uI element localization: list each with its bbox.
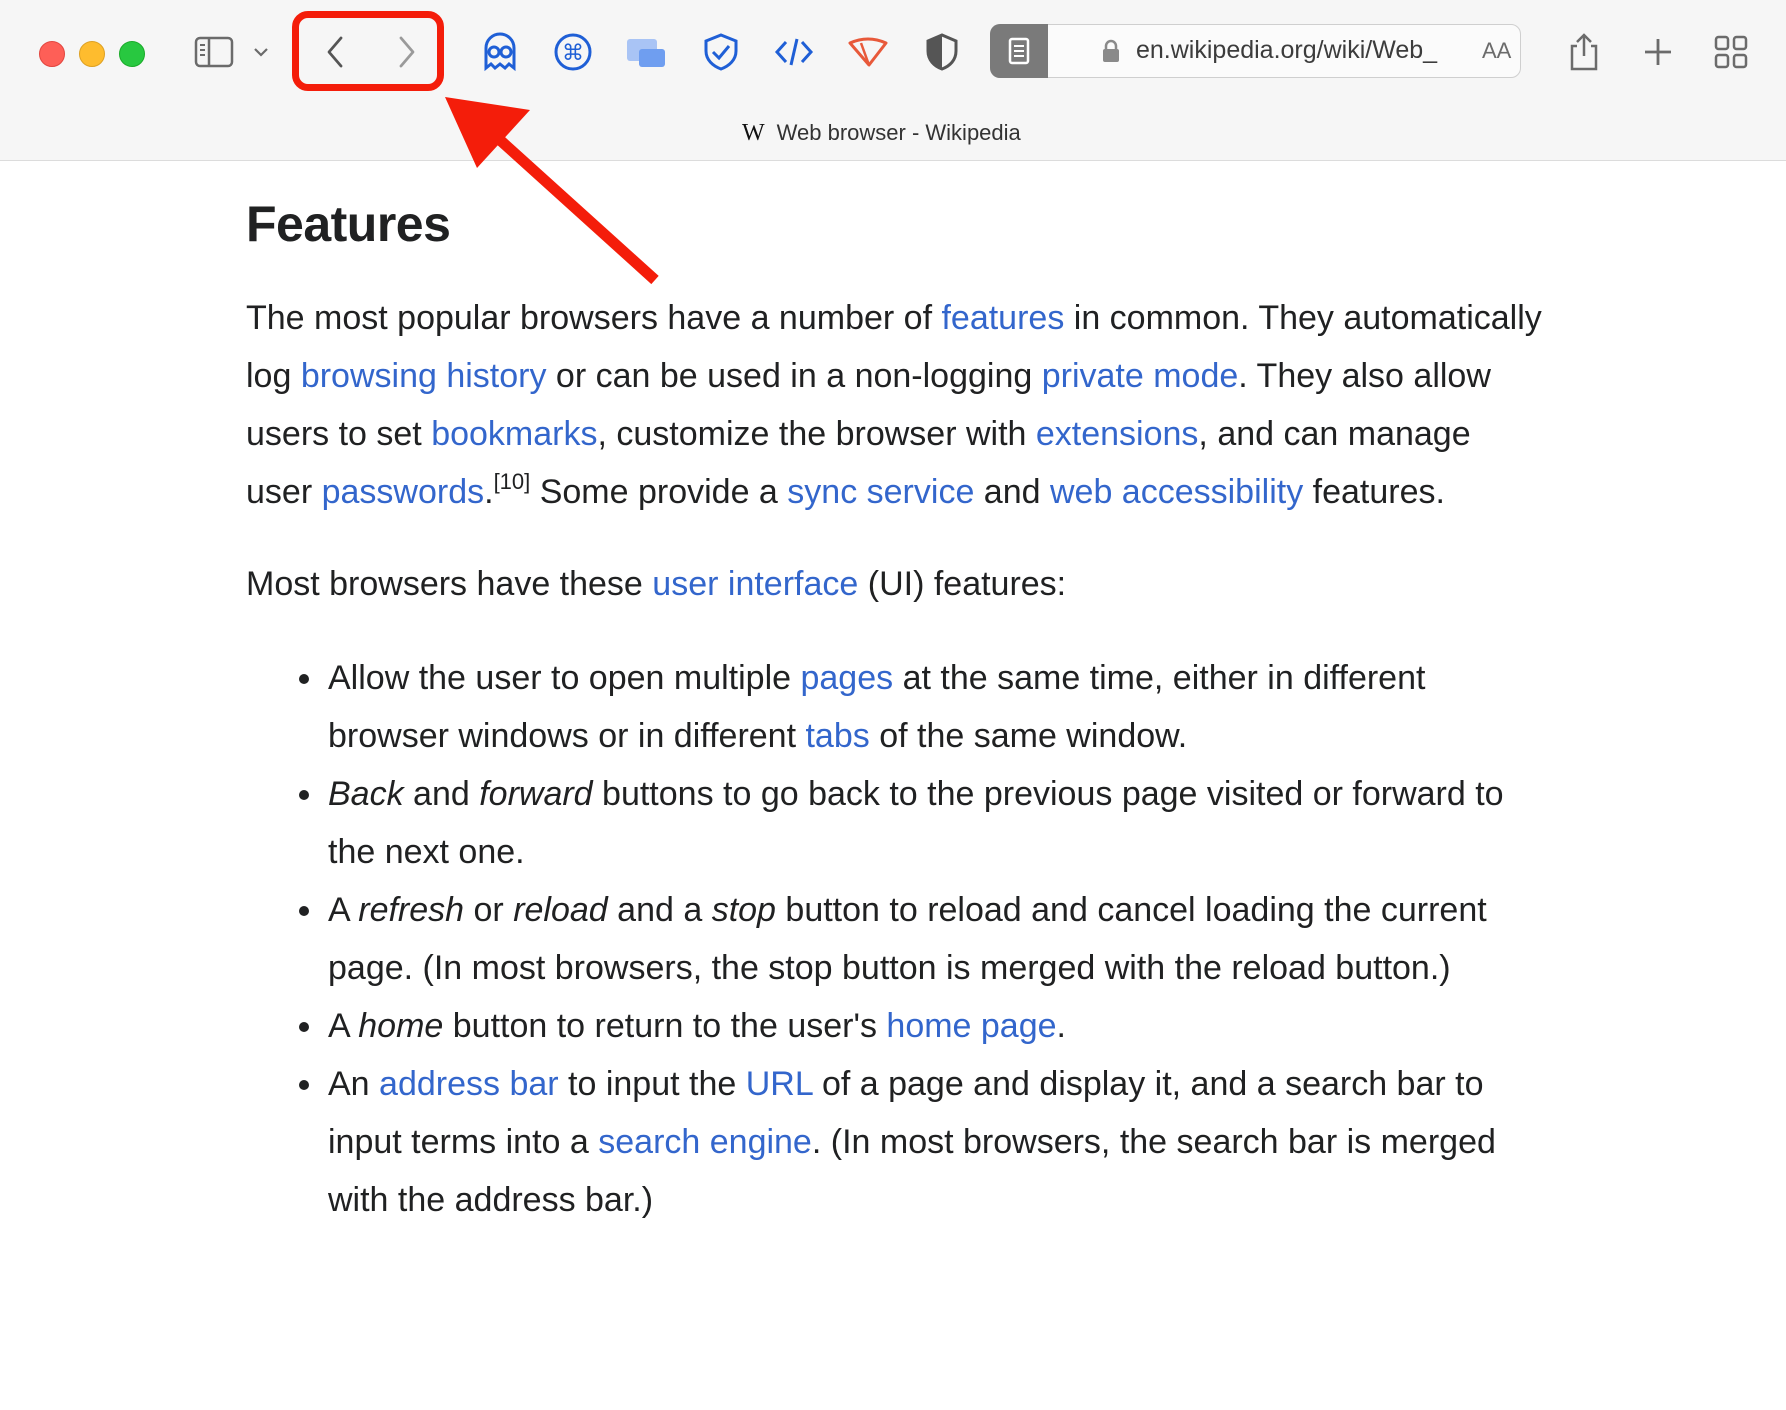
link-address-bar[interactable]: address bar — [379, 1065, 559, 1103]
text: A — [328, 891, 359, 929]
text: (UI) features: — [858, 565, 1067, 603]
text: . — [484, 473, 494, 511]
lock-icon — [1102, 39, 1120, 68]
close-window-button[interactable] — [39, 41, 65, 67]
link-bookmarks[interactable]: bookmarks — [431, 415, 597, 453]
text: features. — [1303, 473, 1445, 511]
text: Allow the user to open multiple — [328, 659, 801, 697]
code-extension-icon[interactable] — [772, 30, 816, 74]
text: to input the — [558, 1065, 746, 1103]
text: An — [328, 1065, 380, 1103]
text: reload — [513, 891, 608, 929]
sidebar-icon[interactable] — [192, 30, 236, 74]
link-passwords[interactable]: passwords — [322, 473, 485, 511]
link-extensions[interactable]: extensions — [1036, 415, 1199, 453]
text: , customize the browser with — [597, 415, 1036, 453]
link-home-page[interactable]: home page — [886, 1007, 1056, 1045]
picture-in-picture-extension-icon[interactable] — [624, 30, 668, 74]
back-forward-highlight — [292, 11, 444, 91]
article-content: Features The most popular browsers have … — [246, 195, 1546, 1229]
tab-overview-icon[interactable] — [1709, 30, 1753, 74]
ghost-extension-icon[interactable] — [478, 30, 522, 74]
paragraph-intro: The most popular browsers have a number … — [246, 289, 1546, 521]
text-size-button[interactable]: AA — [1482, 38, 1511, 64]
zoom-window-button[interactable] — [119, 41, 145, 67]
link-user-interface[interactable]: user interface — [652, 565, 858, 603]
text: and — [974, 473, 1050, 511]
text: A — [328, 1007, 359, 1045]
feature-list: Allow the user to open multiple pages at… — [246, 649, 1546, 1229]
tab-title[interactable]: W Web browser - Wikipedia — [742, 118, 1021, 148]
link-tabs[interactable]: tabs — [805, 717, 869, 755]
list-item: Allow the user to open multiple pages at… — [326, 649, 1546, 765]
text: or — [464, 891, 514, 929]
link-features[interactable]: features — [941, 299, 1064, 337]
text: or can be used in a non-logging — [546, 357, 1042, 395]
link-web-accessibility[interactable]: web accessibility — [1050, 473, 1303, 511]
text: of the same window. — [869, 717, 1188, 755]
text: and — [403, 775, 480, 813]
shield-check-extension-icon[interactable] — [699, 30, 743, 74]
url-text[interactable]: en.wikipedia.org/wiki/Web_ — [1136, 36, 1456, 65]
link-private-mode[interactable]: private mode — [1042, 357, 1239, 395]
link-pages[interactable]: pages — [800, 659, 893, 697]
text: Most browsers have these — [246, 565, 653, 603]
link-sync-service[interactable]: sync service — [787, 473, 974, 511]
chevron-down-icon[interactable] — [246, 30, 276, 74]
text: stop — [711, 891, 776, 929]
link-browsing-history[interactable]: browsing history — [301, 357, 547, 395]
citation-10[interactable]: [10] — [494, 469, 531, 494]
wikipedia-logo-icon: W — [742, 119, 765, 146]
command-extension-icon[interactable]: ⌘ — [551, 30, 595, 74]
new-tab-icon[interactable] — [1636, 30, 1680, 74]
reader-icon[interactable] — [990, 24, 1048, 78]
list-item: A home button to return to the user's ho… — [326, 997, 1546, 1055]
text: forward — [479, 775, 593, 813]
text: and a — [607, 891, 712, 929]
text: Some provide a — [530, 473, 788, 511]
link-url[interactable]: URL — [746, 1065, 813, 1103]
text: refresh — [358, 891, 465, 929]
text: The most popular browsers have a number … — [246, 299, 942, 337]
minimize-window-button[interactable] — [79, 41, 105, 67]
share-icon[interactable] — [1562, 30, 1606, 74]
text: home — [358, 1007, 444, 1045]
text: . — [1056, 1007, 1066, 1045]
text: Back — [328, 775, 404, 813]
tab-title-text: Web browser - Wikipedia — [776, 120, 1021, 145]
list-item: Back and forward buttons to go back to t… — [326, 765, 1546, 881]
section-heading: Features — [246, 196, 451, 252]
half-shield-extension-icon[interactable] — [920, 30, 964, 74]
list-item: An address bar to input the URL of a pag… — [326, 1055, 1546, 1229]
wiper-extension-icon[interactable] — [846, 30, 890, 74]
link-search-engine[interactable]: search engine — [598, 1123, 812, 1161]
svg-text:⌘: ⌘ — [562, 41, 584, 66]
list-item: A refresh or reload and a stop button to… — [326, 881, 1546, 997]
browser-toolbar: ⌘ en.wikipedia.org/wiki/Web_ AA W Web br… — [0, 0, 1786, 161]
paragraph-ui-features: Most browsers have these user interface … — [246, 555, 1546, 613]
text: button to return to the user's — [443, 1007, 887, 1045]
